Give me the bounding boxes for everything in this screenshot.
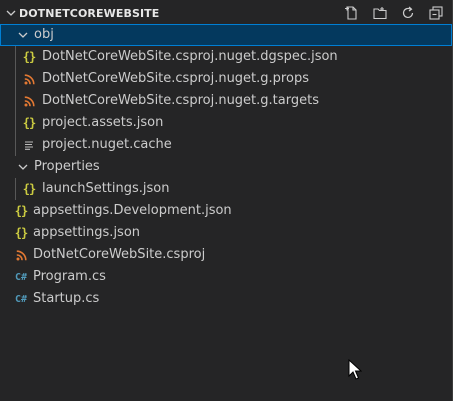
chevron-down-icon[interactable] [16,24,30,46]
rss-icon [21,90,37,112]
tree-item-program-cs[interactable]: C# Program.cs [0,266,452,288]
tree-item-label: launchSettings.json [42,181,170,196]
rss-icon [21,68,37,90]
json-braces-icon: {} [22,182,36,196]
indent-guide [15,46,16,68]
indent-guide [15,134,16,156]
explorer-toolbar [342,3,446,23]
tree-item-label: obj [34,27,54,42]
tree-item-label: DotNetCoreWebSite.csproj.nuget.g.props [42,71,309,86]
tree-item-appsettings-development-json[interactable]: {} appsettings.Development.json [0,200,452,222]
indent-guide [15,178,16,200]
tree-item-label: DotNetCoreWebSite.csproj.nuget.dgspec.js… [42,49,338,64]
chevron-down-icon[interactable] [16,156,30,178]
tree-item-project-nuget-cache[interactable]: project.nuget.cache [0,134,452,156]
tree-item-obj-folder[interactable]: obj [0,24,452,46]
json-braces-icon: {} [22,116,36,130]
json-braces-icon: {} [14,204,28,218]
lines-icon [21,134,37,156]
new-folder-icon[interactable] [370,3,390,23]
tree-item-g-targets[interactable]: DotNetCoreWebSite.csproj.nuget.g.targets [0,90,452,112]
tree-item-label: DotNetCoreWebSite.csproj.nuget.g.targets [42,93,319,108]
tree-item-label: appsettings.json [33,225,141,240]
tree-item-startup-cs[interactable]: C# Startup.cs [0,288,452,310]
chevron-down-icon[interactable] [4,4,18,22]
section-title: DOTNETCOREWEBSITE [19,7,160,20]
new-file-icon[interactable] [342,3,362,23]
tree-item-project-assets-json[interactable]: {} project.assets.json [0,112,452,134]
json-braces-icon: {} [14,226,28,240]
tree-item-g-props[interactable]: DotNetCoreWebSite.csproj.nuget.g.props [0,68,452,90]
tree-item-label: Properties [34,159,100,174]
explorer-panel: DOTNETCOREWEBSITE obj {} DotNetCoreWebSi… [0,0,453,401]
indent-guide [15,68,16,90]
csharp-icon: C# [14,293,28,305]
csharp-icon: C# [14,271,28,283]
json-braces-icon: {} [22,50,36,64]
tree-item-launchsettings-json[interactable]: {} launchSettings.json [0,178,452,200]
tree-item-label: Startup.cs [33,291,100,306]
explorer-section-header[interactable]: DOTNETCOREWEBSITE [0,0,452,26]
indent-guide [15,90,16,112]
tree-item-label: project.nuget.cache [42,137,172,152]
tree-item-appsettings-json[interactable]: {} appsettings.json [0,222,452,244]
tree-item-label: appsettings.Development.json [33,203,232,218]
refresh-icon[interactable] [398,3,418,23]
collapse-all-icon[interactable] [426,3,446,23]
mouse-cursor-icon [348,359,362,380]
tree-item-label: Program.cs [33,269,106,284]
file-tree: obj {} DotNetCoreWebSite.csproj.nuget.dg… [0,24,452,310]
tree-item-dgspec-json[interactable]: {} DotNetCoreWebSite.csproj.nuget.dgspec… [0,46,452,68]
tree-item-properties-folder[interactable]: Properties [0,156,452,178]
tree-item-label: project.assets.json [42,115,164,130]
tree-item-csproj[interactable]: DotNetCoreWebSite.csproj [0,244,452,266]
rss-icon [13,244,29,266]
tree-item-label: DotNetCoreWebSite.csproj [33,247,206,262]
indent-guide [15,112,16,134]
